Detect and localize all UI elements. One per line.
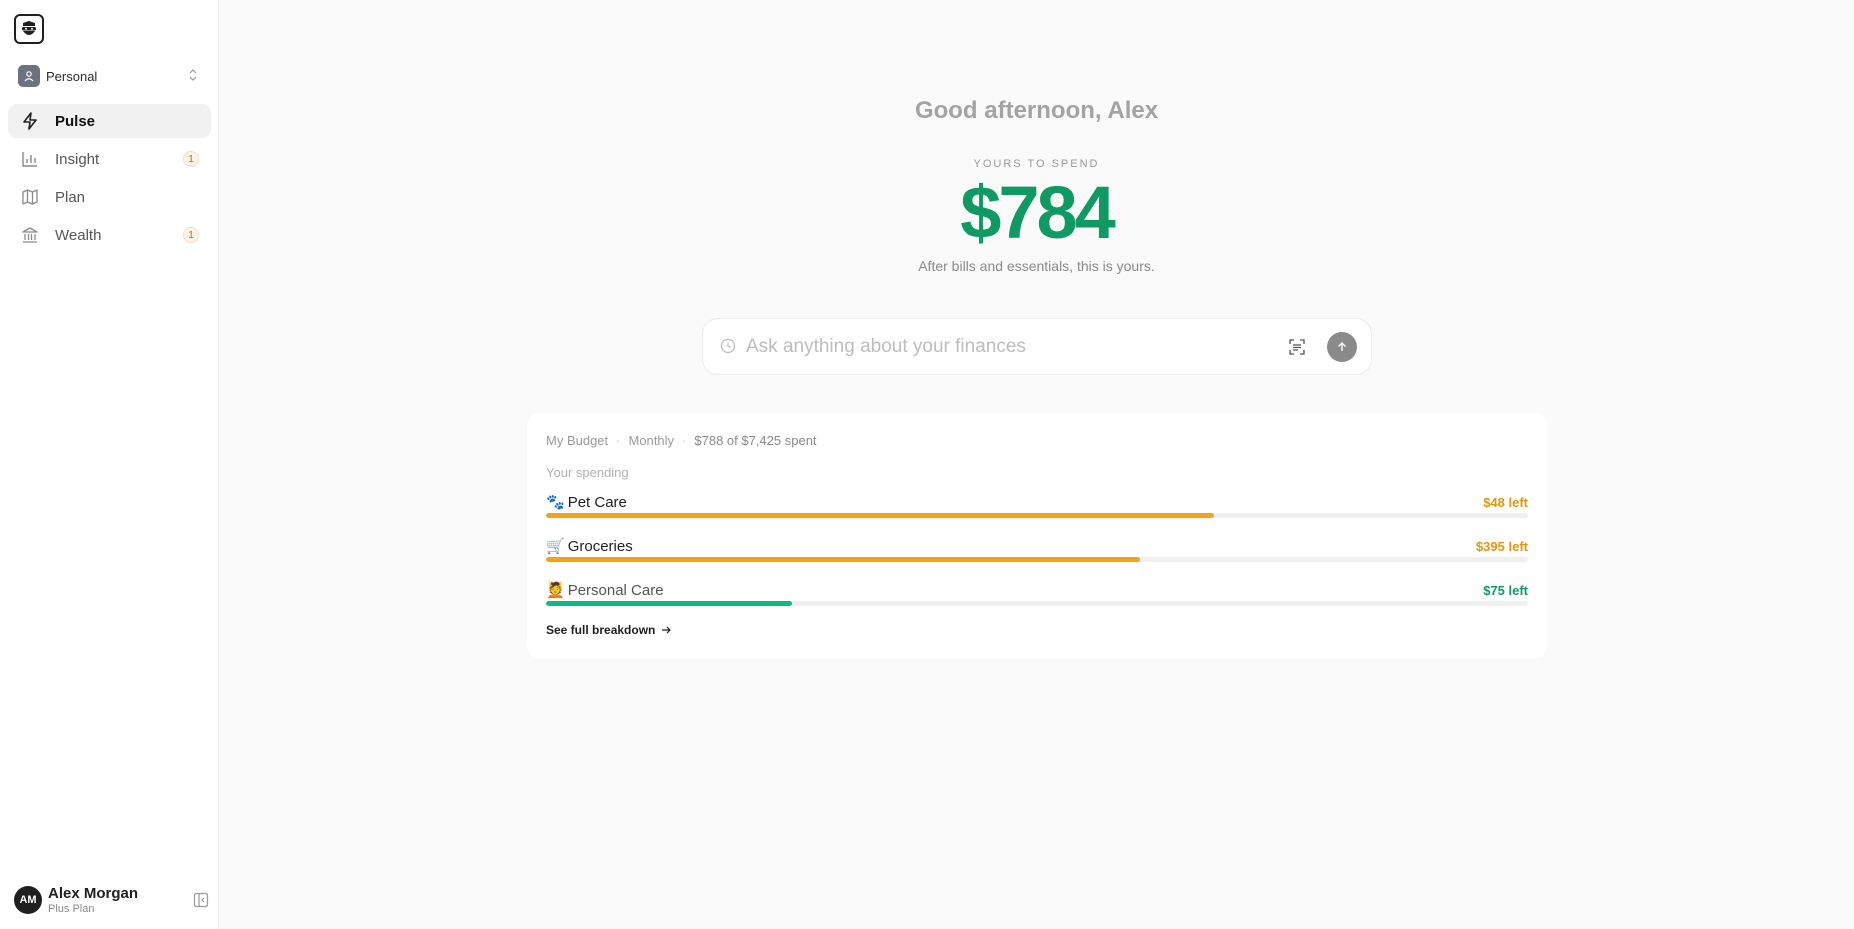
budget-spent: $788 of $7,425 spent [694,433,817,448]
bolt-icon [20,111,40,131]
bandit-logo-icon [22,21,36,35]
separator-dot: · [616,433,621,448]
budget-card: My Budget · Monthly · $788 of $7,425 spe… [527,413,1547,658]
workspace-switcher[interactable]: Personal [18,65,198,87]
progress-fill [546,601,792,606]
breakdown-label: See full breakdown [546,623,656,637]
ask-box [702,318,1372,375]
category-label: 💆 Personal Care [546,581,664,600]
app-logo[interactable] [14,14,44,44]
separator-dot: · [682,433,687,448]
clock-icon[interactable] [720,338,736,354]
sidebar-item-pulse[interactable]: Pulse [8,104,211,138]
progress-track [546,601,1528,606]
progress-fill [546,513,1214,518]
user-profile[interactable]: AM Alex Morgan Plus Plan [14,884,209,916]
see-full-breakdown-link[interactable]: See full breakdown [546,623,672,637]
arrow-right-icon [662,626,672,634]
spending-title: Your spending [546,465,629,480]
cart-icon: 🛒 [546,538,565,555]
greeting: Good afternoon, Alex [914,97,1159,124]
person-icon [18,65,40,87]
map-icon [20,187,40,207]
avatar: AM [14,886,42,914]
ask-input[interactable] [746,333,1266,361]
chevron-up-down-icon [189,69,197,81]
category-name: Pet Care [567,493,627,511]
category-label: 🛒 Groceries [546,537,633,556]
user-info: Alex Morgan Plus Plan [48,885,138,916]
sidebar-item-label: Wealth [55,226,102,244]
sidebar-item-label: Insight [55,150,100,168]
budget-header: My Budget · Monthly · $788 of $7,425 spe… [546,433,817,448]
category-row[interactable]: 🛒 Groceries $395 left [546,537,1528,567]
notification-badge: 1 [183,151,199,167]
sidebar-item-label: Pulse [55,112,96,130]
bank-icon [20,225,40,245]
sidebar-item-plan[interactable]: Plan [8,180,211,214]
progress-fill [546,557,1141,562]
budget-name[interactable]: My Budget [546,433,608,448]
bar-chart-icon [20,149,40,169]
user-name: Alex Morgan [48,884,139,902]
spend-description: After bills and essentials, this is your… [918,258,1155,274]
budget-period[interactable]: Monthly [629,433,675,448]
sidebar-item-insight[interactable]: Insight 1 [8,142,211,176]
sidebar: Personal Pulse Insight 1 Plan Wealth 1 A… [0,0,219,929]
spend-label: YOURS TO SPEND [973,158,1100,170]
category-remaining: $395 left [1475,539,1528,554]
send-button[interactable] [1327,332,1357,362]
workspace-label: Personal [46,68,98,84]
notification-badge: 1 [183,227,199,243]
arrow-up-icon [1338,342,1346,351]
category-remaining: $48 left [1483,495,1528,510]
paw-icon: 🐾 [546,494,565,511]
user-plan: Plus Plan [48,902,95,915]
progress-track [546,513,1528,518]
sidebar-item-wealth[interactable]: Wealth 1 [8,218,211,252]
sidebar-item-label: Plan [55,188,86,206]
collapse-sidebar-icon[interactable] [193,892,209,908]
category-row[interactable]: 🐾 Pet Care $48 left [546,493,1528,523]
spa-icon: 💆 [546,582,565,599]
progress-track [546,557,1528,562]
scan-icon[interactable] [1288,338,1306,356]
sidebar-nav: Pulse Insight 1 Plan Wealth 1 [8,104,211,256]
spend-amount: $784 [960,171,1116,254]
category-row[interactable]: 💆 Personal Care $75 left [546,581,1528,611]
category-remaining: $75 left [1483,583,1528,598]
category-name: Groceries [567,537,633,555]
category-label: 🐾 Pet Care [546,493,627,512]
category-name: Personal Care [567,581,664,599]
